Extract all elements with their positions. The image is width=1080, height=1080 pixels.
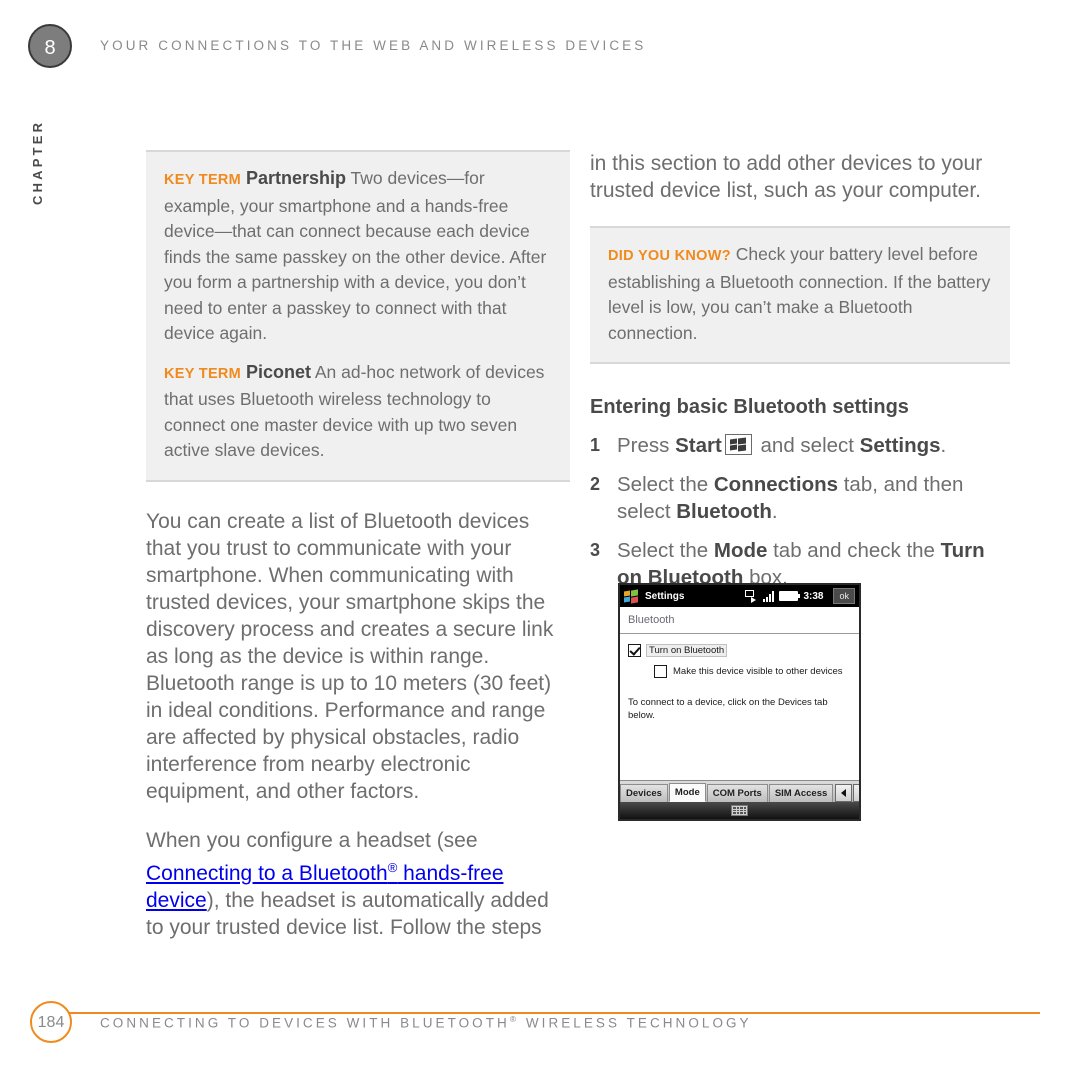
phone-titlebar: Settings 3:38 ok: [620, 585, 859, 607]
step-number: 2: [590, 474, 601, 494]
step-text: Select the Connections tab, and then sel…: [617, 471, 1010, 525]
key-term-definition: Two devices—for example, your smartphone…: [164, 168, 547, 343]
step-text-fragment: tab and check the: [767, 539, 941, 562]
phone-ok-button[interactable]: ok: [833, 588, 855, 604]
body-paragraph-2: When you configure a headset (see Connec…: [146, 827, 570, 941]
arrow-left-icon[interactable]: [835, 784, 853, 802]
checkbox-label-turn-on-bluetooth: Turn on Bluetooth: [645, 644, 728, 657]
phone-tab-devices[interactable]: Devices: [620, 784, 668, 802]
running-head-title: YOUR CONNECTIONS TO THE WEB AND WIRELESS…: [100, 38, 647, 53]
key-term-note-box: KEY TERM Partnership Two devices—for exa…: [146, 150, 570, 482]
checkbox-label-make-visible: Make this device visible to other device…: [673, 666, 843, 677]
phone-content-area: Turn on Bluetooth Make this device visib…: [620, 634, 859, 784]
footer-title-part-2: WIRELESS TECHNOLOGY: [519, 1015, 752, 1031]
page-number-badge: 184: [30, 1001, 72, 1043]
checkbox-turn-on-bluetooth[interactable]: [628, 644, 641, 657]
checkbox-make-visible[interactable]: [654, 665, 667, 678]
keyboard-icon[interactable]: [731, 805, 748, 816]
footer-title-part-1: CONNECTING TO DEVICES WITH BLUETOOTH: [100, 1015, 510, 1031]
left-column: KEY TERM Partnership Two devices—for exa…: [146, 150, 570, 941]
signal-strength-icon: [763, 590, 775, 602]
checkbox-row-turn-on-bluetooth[interactable]: Turn on Bluetooth: [628, 644, 851, 657]
paragraph-2-lead: When you configure a headset (see: [146, 828, 478, 852]
paragraph-continuation: in this section to add other devices to …: [590, 152, 983, 202]
page-footer: 184 CONNECTING TO DEVICES WITH BLUETOOTH…: [0, 1000, 1080, 1080]
phone-app-title: Settings: [645, 590, 685, 602]
step-text-fragment: .: [771, 500, 778, 523]
windows-flag-icon: [624, 588, 639, 604]
body-paragraph-1: You can create a list of Bluetooth devic…: [146, 509, 554, 803]
key-term-tag: KEY TERM: [164, 365, 242, 382]
phone-tab-mode[interactable]: Mode: [668, 783, 706, 802]
phone-page-subheader: Bluetooth: [620, 607, 859, 634]
did-you-know-note: DID YOU KNOW? Check your battery level b…: [608, 242, 992, 346]
registered-mark: ®: [387, 859, 398, 875]
key-term-name: Partnership: [245, 168, 346, 188]
phone-soft-key-bar: [620, 802, 859, 819]
step-text-fragment: Select the: [617, 473, 714, 496]
phone-clock: 3:38: [803, 590, 824, 602]
step-number: 1: [590, 435, 601, 455]
step-bold-start: Start: [675, 434, 722, 457]
xref-text-a: Connecting to a Bluetooth: [146, 861, 388, 885]
step-item-2: 2 Select the Connections tab, and then s…: [590, 471, 1010, 525]
step-bold-mode: Mode: [713, 539, 768, 562]
step-text-fragment: Select the: [617, 539, 714, 562]
key-term-name: Piconet: [245, 361, 311, 382]
battery-icon: [779, 591, 801, 601]
step-text-fragment: Press: [617, 434, 676, 457]
phone-tab-com-ports[interactable]: COM Ports: [706, 784, 768, 802]
footer-section-title: CONNECTING TO DEVICES WITH BLUETOOTH® WI…: [100, 1014, 752, 1031]
chapter-vertical-label: CHAPTER: [30, 119, 45, 205]
step-text: Press Start and select Settings.: [617, 432, 1010, 459]
phone-tab-scroll-arrows: [834, 784, 859, 802]
key-term-note-2: KEY TERM Piconet An ad-hoc network of de…: [164, 360, 552, 464]
phone-hint-text: To connect to a device, click on the Dev…: [628, 697, 828, 721]
phone-status-icons: 3:38 ok: [745, 588, 855, 604]
step-bold-connections: Connections: [713, 473, 839, 496]
chapter-number-badge: 8: [28, 24, 72, 68]
windows-start-icon: [724, 434, 752, 455]
step-text-fragment: .: [940, 434, 947, 457]
paragraph-2-tail: ), the headset is automatically added to…: [146, 888, 549, 939]
step-item-1: 1 Press Start and select Settings.: [590, 432, 1010, 459]
key-term-tag: KEY TERM: [164, 172, 242, 188]
sync-icon: [745, 589, 758, 603]
right-column: in this section to add other devices to …: [590, 150, 1010, 603]
checkbox-row-make-visible[interactable]: Make this device visible to other device…: [654, 665, 851, 678]
phone-screenshot-figure: Settings 3:38 ok Bluetooth Turn on Bluet…: [618, 583, 861, 821]
key-term-note-1: KEY TERM Partnership Two devices—for exa…: [164, 166, 552, 347]
did-you-know-tag: DID YOU KNOW?: [608, 248, 731, 264]
registered-mark: ®: [509, 1014, 520, 1024]
section-heading: Entering basic Bluetooth settings: [590, 396, 909, 418]
phone-tab-bar: Devices Mode COM Ports SIM Access: [620, 780, 859, 802]
step-bold-settings: Settings: [859, 434, 941, 457]
step-text-fragment: and select: [754, 434, 860, 457]
arrow-right-icon[interactable]: [853, 784, 859, 802]
did-you-know-note-box: DID YOU KNOW? Check your battery level b…: [590, 226, 1010, 364]
phone-tab-sim-access[interactable]: SIM Access: [768, 784, 834, 802]
step-number: 3: [590, 540, 601, 560]
step-bold-bluetooth: Bluetooth: [676, 500, 772, 523]
page-header: 8 YOUR CONNECTIONS TO THE WEB AND WIRELE…: [0, 0, 1080, 205]
